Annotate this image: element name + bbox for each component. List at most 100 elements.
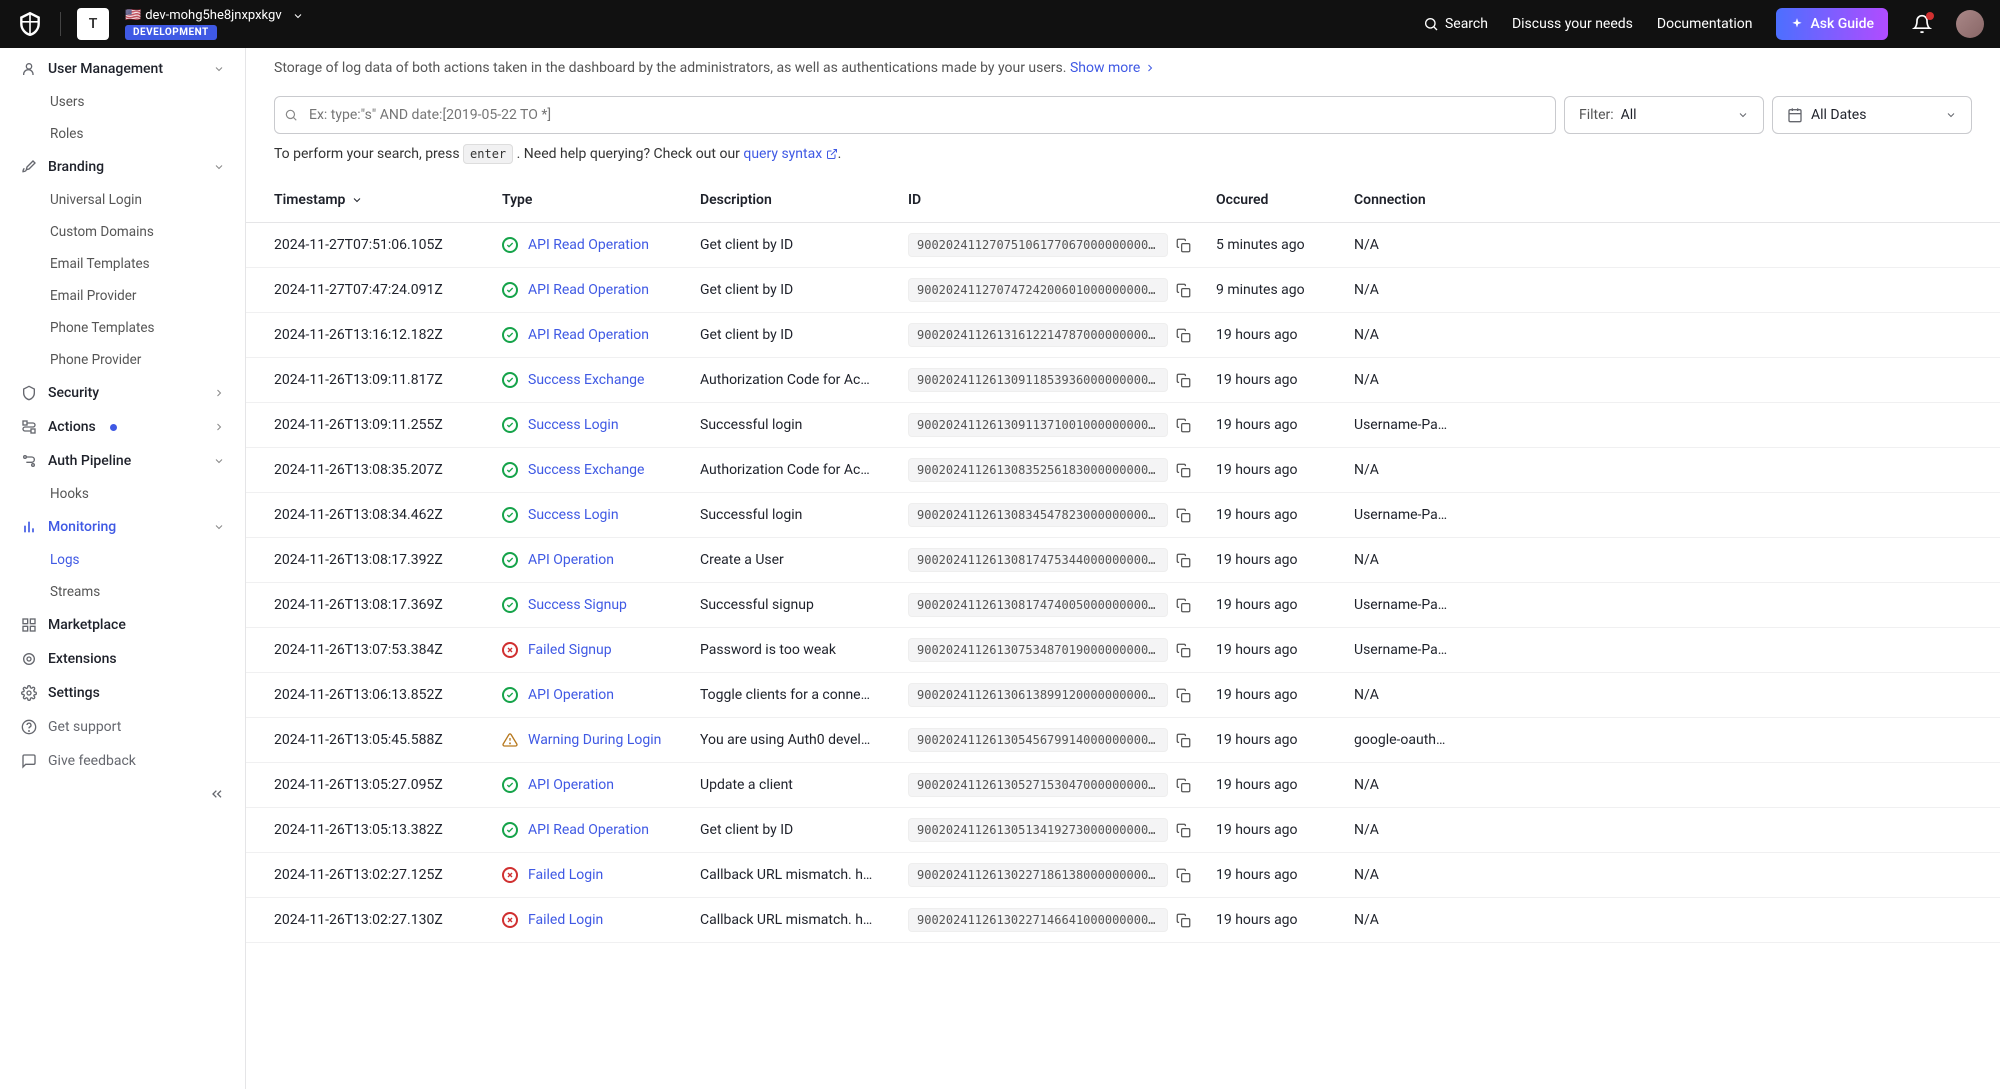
query-syntax-link[interactable]: query syntax xyxy=(743,146,837,162)
sidebar-item-email-provider[interactable]: Email Provider xyxy=(0,280,245,312)
sidebar-item-auth-pipeline[interactable]: Auth Pipeline xyxy=(0,444,245,478)
cell-occurred: 19 hours ago xyxy=(1216,552,1346,568)
logo-icon[interactable] xyxy=(16,10,44,38)
copy-button[interactable] xyxy=(1176,733,1191,748)
sidebar-item-phone-templates[interactable]: Phone Templates xyxy=(0,312,245,344)
copy-button[interactable] xyxy=(1176,463,1191,478)
sidebar-item-phone-provider[interactable]: Phone Provider xyxy=(0,344,245,376)
search-button[interactable]: Search xyxy=(1423,16,1488,32)
topbar: T 🇺🇸 dev-mohg5he8jnxpxkgv DEVELOPMENT Se… xyxy=(0,0,2000,48)
sidebar-item-monitoring[interactable]: Monitoring xyxy=(0,510,245,544)
type-link[interactable]: Failed Login xyxy=(528,867,603,883)
copy-button[interactable] xyxy=(1176,418,1191,433)
sidebar-item-streams[interactable]: Streams xyxy=(0,576,245,608)
cell-connection: N/A xyxy=(1354,912,1474,928)
type-link[interactable]: API Operation xyxy=(528,687,614,703)
type-link[interactable]: Success Exchange xyxy=(528,462,644,478)
type-link[interactable]: Success Exchange xyxy=(528,372,644,388)
sidebar-item-actions[interactable]: Actions xyxy=(0,410,245,444)
date-select[interactable]: All Dates xyxy=(1772,96,1972,134)
id-chip: 900202411270747242006010000000000000… xyxy=(908,278,1168,302)
chevron-down-icon xyxy=(1737,109,1749,121)
copy-button[interactable] xyxy=(1176,778,1191,793)
type-link[interactable]: Warning During Login xyxy=(528,732,661,748)
type-link[interactable]: Success Login xyxy=(528,417,619,433)
col-timestamp[interactable]: Timestamp xyxy=(274,192,494,208)
id-chip: 900202411261308174753440000000000000… xyxy=(908,548,1168,572)
logs-table: Timestamp Type Description ID Occured Co… xyxy=(246,178,2000,943)
type-link[interactable]: Failed Login xyxy=(528,912,603,928)
sidebar-item-user-management[interactable]: User Management xyxy=(0,52,245,86)
cell-timestamp: 2024-11-26T13:02:27.125Z xyxy=(274,867,494,883)
sidebar-item-support[interactable]: Get support xyxy=(0,710,245,744)
type-link[interactable]: Failed Signup xyxy=(528,642,612,658)
col-occurred: Occured xyxy=(1216,192,1346,208)
sidebar-item-email-templates[interactable]: Email Templates xyxy=(0,248,245,280)
sidebar-item-branding[interactable]: Branding xyxy=(0,150,245,184)
copy-button[interactable] xyxy=(1176,508,1191,523)
cell-connection: Username-Pa… xyxy=(1354,507,1474,523)
discuss-link[interactable]: Discuss your needs xyxy=(1512,16,1633,32)
cell-timestamp: 2024-11-26T13:08:17.369Z xyxy=(274,597,494,613)
copy-button[interactable] xyxy=(1176,373,1191,388)
copy-button[interactable] xyxy=(1176,553,1191,568)
cell-connection: N/A xyxy=(1354,282,1474,298)
copy-button[interactable] xyxy=(1176,688,1191,703)
flow-icon xyxy=(20,418,38,436)
tenant-selector[interactable]: 🇺🇸 dev-mohg5he8jnxpxkgv DEVELOPMENT xyxy=(125,8,304,40)
type-link[interactable]: Success Login xyxy=(528,507,619,523)
type-link[interactable]: API Read Operation xyxy=(528,282,649,298)
id-chip: 900202411270751061770670000000000000… xyxy=(908,233,1168,257)
collapse-sidebar-button[interactable] xyxy=(0,778,245,810)
cell-timestamp: 2024-11-26T13:05:27.095Z xyxy=(274,777,494,793)
sidebar-item-feedback[interactable]: Give feedback xyxy=(0,744,245,778)
sidebar-item-marketplace[interactable]: Marketplace xyxy=(0,608,245,642)
search-icon xyxy=(284,108,298,122)
copy-button[interactable] xyxy=(1176,868,1191,883)
copy-button[interactable] xyxy=(1176,328,1191,343)
documentation-link[interactable]: Documentation xyxy=(1657,16,1753,32)
copy-button[interactable] xyxy=(1176,598,1191,613)
copy-button[interactable] xyxy=(1176,913,1191,928)
sidebar-item-logs[interactable]: Logs xyxy=(0,544,245,576)
cell-timestamp: 2024-11-27T07:47:24.091Z xyxy=(274,282,494,298)
show-more-link[interactable]: Show more xyxy=(1070,60,1156,76)
sidebar-item-custom-domains[interactable]: Custom Domains xyxy=(0,216,245,248)
cell-description: Successful signup xyxy=(700,597,900,613)
content: Storage of log data of both actions take… xyxy=(246,48,2000,1089)
type-link[interactable]: API Read Operation xyxy=(528,237,649,253)
type-link[interactable]: API Operation xyxy=(528,777,614,793)
page-description: Storage of log data of both actions take… xyxy=(246,48,2000,76)
copy-button[interactable] xyxy=(1176,823,1191,838)
copy-button[interactable] xyxy=(1176,238,1191,253)
type-link[interactable]: API Operation xyxy=(528,552,614,568)
notifications-button[interactable] xyxy=(1912,14,1932,34)
users-icon xyxy=(20,60,38,78)
sidebar-item-users[interactable]: Users xyxy=(0,86,245,118)
cell-timestamp: 2024-11-26T13:07:53.384Z xyxy=(274,642,494,658)
user-avatar[interactable] xyxy=(1956,10,1984,38)
sidebar-item-hooks[interactable]: Hooks xyxy=(0,478,245,510)
success-icon xyxy=(502,327,518,343)
copy-button[interactable] xyxy=(1176,283,1191,298)
search-input[interactable] xyxy=(274,96,1556,134)
tenant-badge[interactable]: T xyxy=(77,8,109,40)
type-link[interactable]: Success Signup xyxy=(528,597,627,613)
copy-button[interactable] xyxy=(1176,643,1191,658)
table-row: 2024-11-26T13:05:27.095ZAPI OperationUpd… xyxy=(246,763,2000,808)
type-link[interactable]: API Read Operation xyxy=(528,822,649,838)
sidebar-item-settings[interactable]: Settings xyxy=(0,676,245,710)
sidebar-item-universal-login[interactable]: Universal Login xyxy=(0,184,245,216)
chevron-down-icon xyxy=(1945,109,1957,121)
type-link[interactable]: API Read Operation xyxy=(528,327,649,343)
success-icon xyxy=(502,237,518,253)
filter-select[interactable]: Filter: All xyxy=(1564,96,1764,134)
table-row: 2024-11-27T07:47:24.091Z API Read Operati… xyxy=(246,268,2000,313)
table-row: 2024-11-26T13:05:13.382ZAPI Read Operati… xyxy=(246,808,2000,853)
sidebar-item-security[interactable]: Security xyxy=(0,376,245,410)
sidebar-item-roles[interactable]: Roles xyxy=(0,118,245,150)
sparkle-icon xyxy=(1790,17,1804,31)
ask-guide-button[interactable]: Ask Guide xyxy=(1776,8,1888,40)
sidebar-item-extensions[interactable]: Extensions xyxy=(0,642,245,676)
cell-connection: N/A xyxy=(1354,822,1474,838)
